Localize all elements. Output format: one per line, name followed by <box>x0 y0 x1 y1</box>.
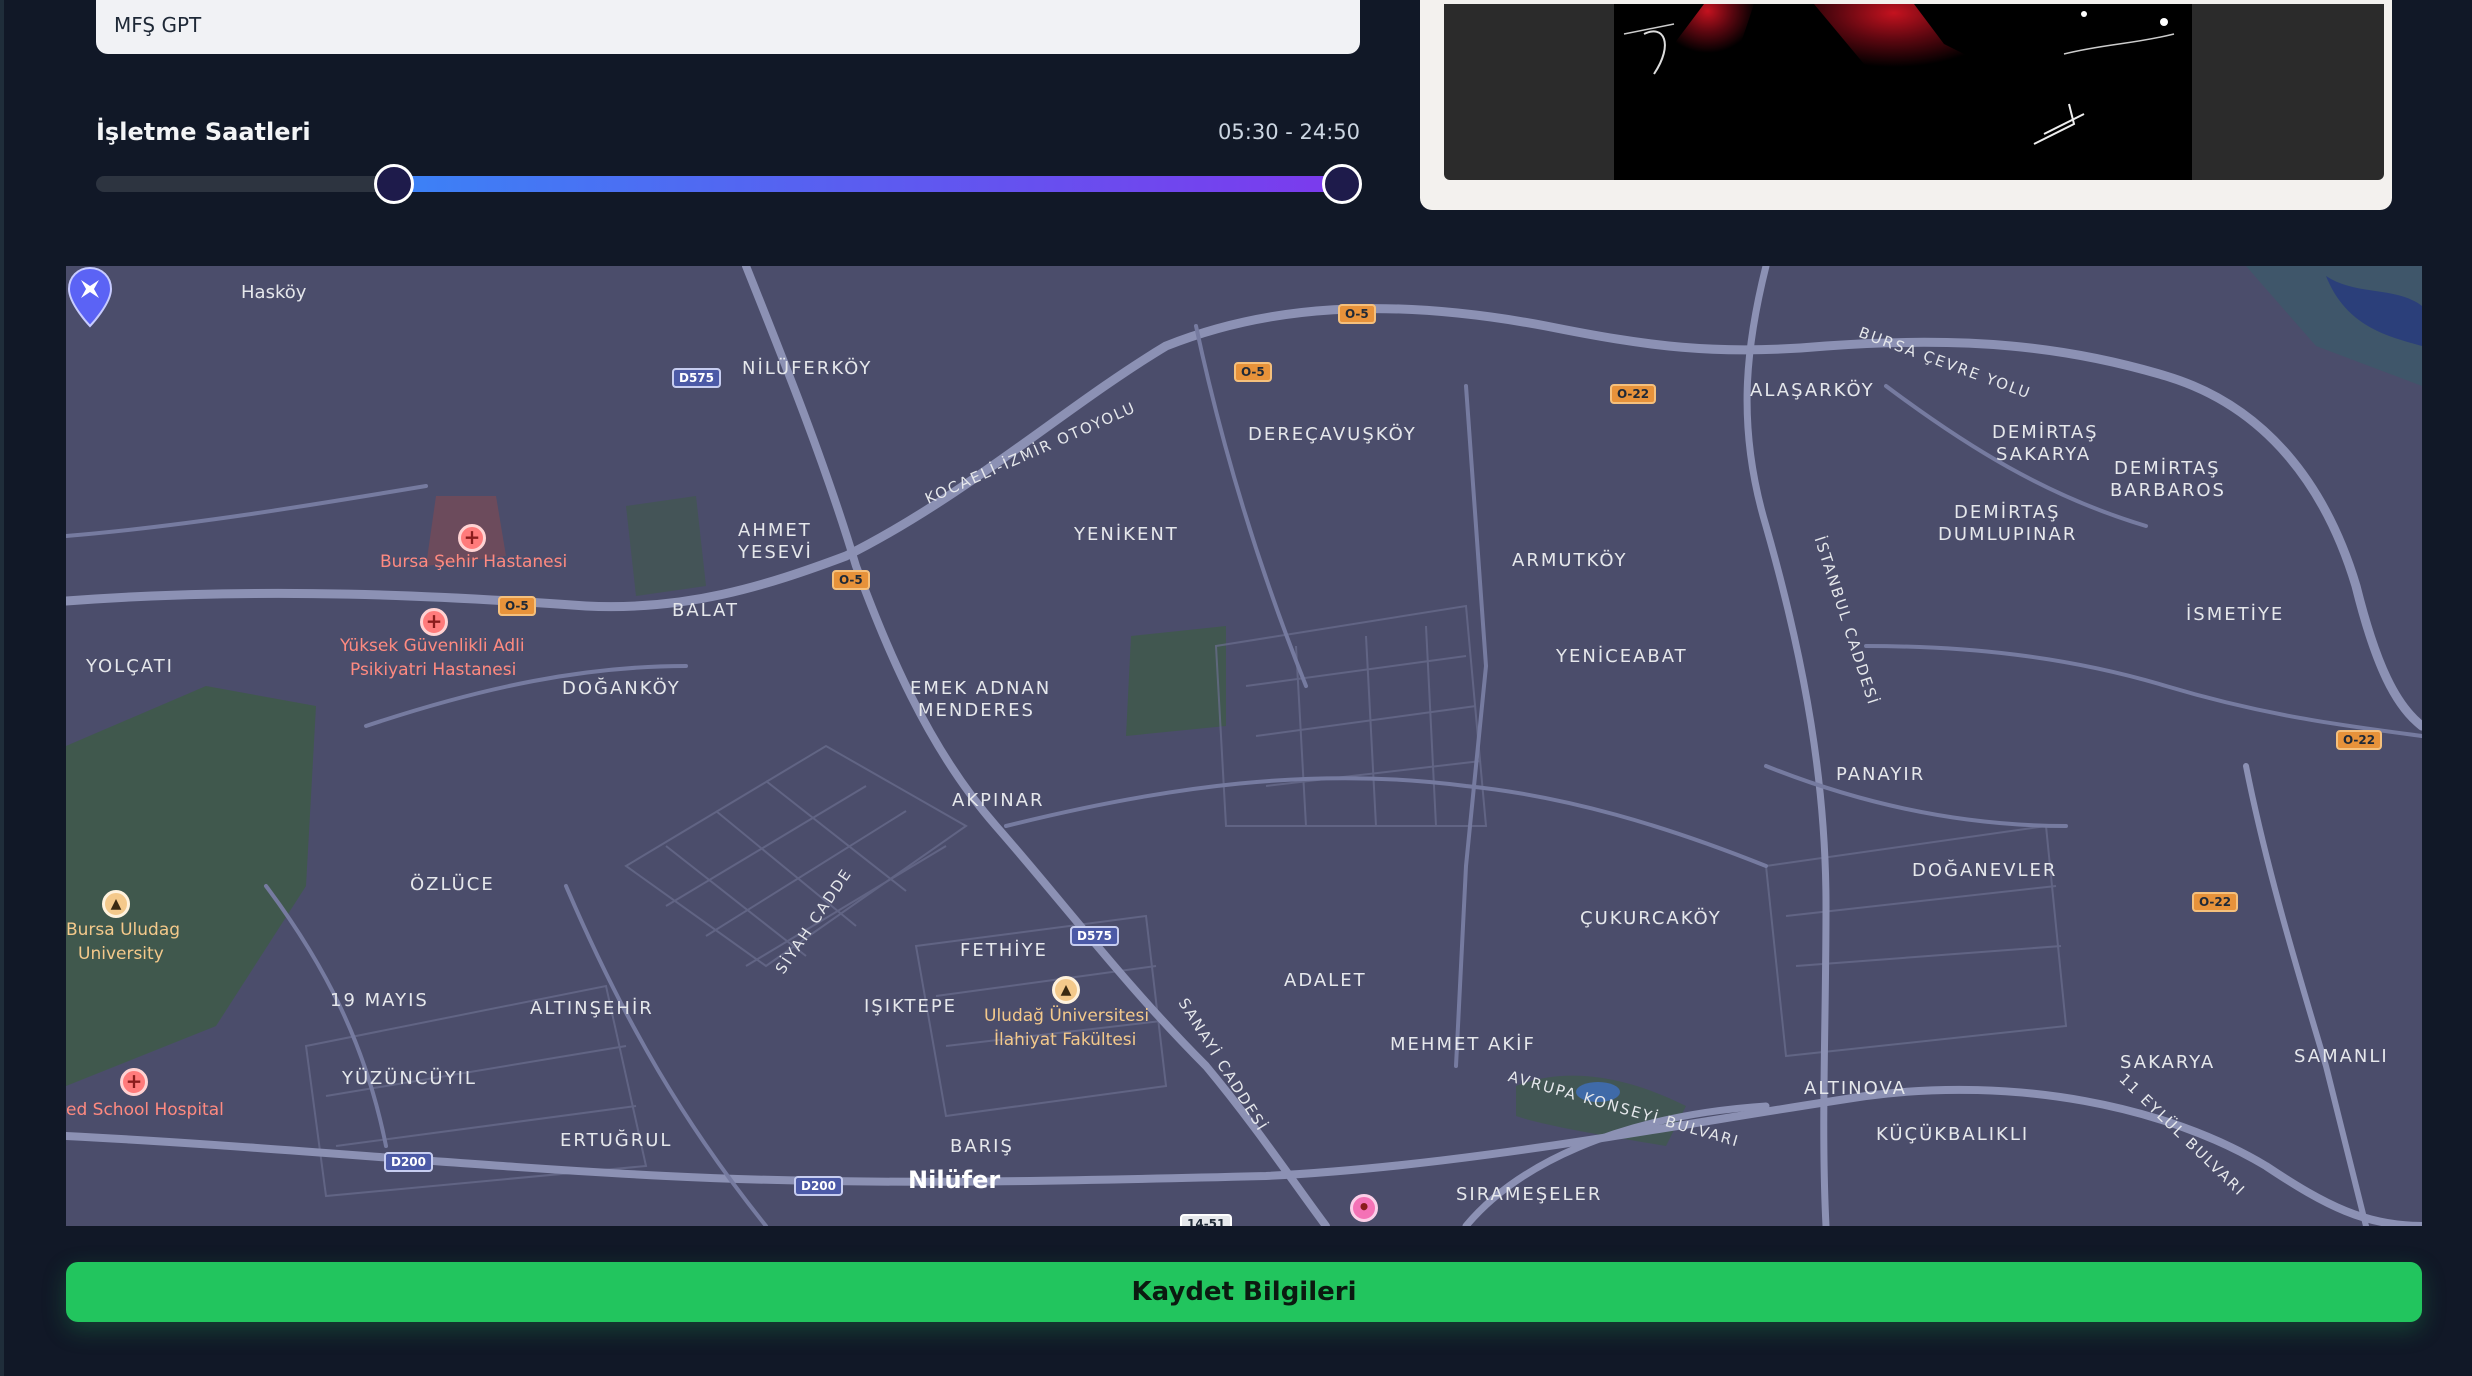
place-label: ALTINŞEHİR <box>530 998 654 1019</box>
place-label: DEREÇAVUŞKÖY <box>1248 424 1417 445</box>
highway-shield: O-22 <box>2336 730 2383 750</box>
highway-shield: O-5 <box>832 570 870 590</box>
poi-label: Bursa Uludag <box>66 920 181 940</box>
image-preview-frame <box>1444 4 2384 180</box>
business-name-field[interactable]: MFŞ GPT <box>96 0 1360 54</box>
place-label: YOLÇATI <box>86 656 174 677</box>
place-label: SIRAMEŞELER <box>1456 1184 1603 1205</box>
place-label: MEHMET AKİF <box>1390 1034 1536 1055</box>
hours-range-slider[interactable] <box>96 164 1363 204</box>
hours-label: İşletme Saatleri <box>96 118 311 146</box>
place-label: ADALET <box>1284 970 1367 991</box>
place-label: KÜÇÜKBALIKLI <box>1876 1124 2030 1145</box>
place-label: AKPINAR <box>952 790 1045 811</box>
hospital-icon[interactable]: + <box>458 524 486 552</box>
highway-shield: O-22 <box>1610 384 1657 404</box>
place-label: DOĞANEVLER <box>1912 860 2058 881</box>
preview-image <box>1614 4 2192 180</box>
highway-shield: O-5 <box>1234 362 1272 382</box>
place-label: AHMET <box>738 520 812 541</box>
place-label: IŞIKTEPE <box>864 996 958 1017</box>
place-label: PANAYIR <box>1836 764 1926 785</box>
place-label: 19 MAYIS <box>330 990 429 1011</box>
left-edge <box>0 0 4 1376</box>
highway-shield: O-5 <box>498 596 536 616</box>
place-label: BARBAROS <box>2110 480 2226 501</box>
highway-shield: D200 <box>384 1152 434 1172</box>
university-icon[interactable]: ▲ <box>102 890 130 918</box>
place-label: DEMİRTAŞ <box>2114 458 2221 479</box>
poi-label: University <box>78 944 164 964</box>
hours-start-thumb[interactable] <box>374 164 415 204</box>
highway-shield: D575 <box>1070 926 1120 946</box>
place-label: YENİKENT <box>1074 524 1179 545</box>
highway-shield: D575 <box>672 368 722 388</box>
place-label: YESEVİ <box>738 542 813 563</box>
poi-label: İlahiyat Fakültesi <box>994 1030 1137 1050</box>
image-preview-card <box>1420 0 2392 210</box>
place-label: BARIŞ <box>950 1136 1014 1157</box>
place-label: ALAŞARKÖY <box>1750 380 1875 401</box>
place-label: DEMİRTAŞ <box>1992 422 2099 443</box>
place-label: ÖZLÜCE <box>410 874 495 895</box>
place-label: SAKARYA <box>1996 444 2092 465</box>
place-label: BALAT <box>672 600 740 621</box>
poi-label: Yüksek Güvenlikli Adli <box>340 636 525 656</box>
poi-label: Bursa Şehir Hastanesi <box>380 552 568 572</box>
place-label: ARMUTKÖY <box>1512 550 1628 571</box>
place-label: NİLÜFERKÖY <box>742 358 873 379</box>
highway-shield: D200 <box>794 1176 844 1196</box>
poi-label: Uludağ Üniversitesi <box>984 1006 1150 1026</box>
poi-label: Psikiyatri Hastanesi <box>350 660 517 680</box>
hours-value: 05:30 - 24:50 <box>1218 120 1360 144</box>
place-label: FETHİYE <box>960 940 1048 961</box>
university-icon[interactable]: ▲ <box>1052 976 1080 1004</box>
city-label: Nilüfer <box>908 1166 1001 1194</box>
place-label: SAKARYA <box>2120 1052 2216 1073</box>
place-label: SAMANLI <box>2294 1046 2389 1067</box>
save-button[interactable]: Kaydet Bilgileri <box>66 1262 2422 1322</box>
hospital-icon[interactable]: + <box>420 608 448 636</box>
hours-range-fill <box>394 176 1343 192</box>
location-map[interactable]: Hasköy NİLÜFERKÖY DEREÇAVUŞKÖY ALAŞARKÖY… <box>66 266 2422 1226</box>
place-label: YÜZÜNCÜYIL <box>342 1068 477 1089</box>
place-label: DUMLUPINAR <box>1938 524 2078 545</box>
business-name-value: MFŞ GPT <box>114 13 202 37</box>
place-label: İSMETİYE <box>2186 604 2285 625</box>
place-label: Hasköy <box>241 282 307 303</box>
place-label: ERTUĞRUL <box>560 1130 673 1151</box>
highway-shield: 14-51 <box>1180 1214 1233 1226</box>
hours-end-thumb[interactable] <box>1322 164 1363 204</box>
place-label: DEMİRTAŞ <box>1954 502 2061 523</box>
place-label: DOĞANKÖY <box>562 678 681 699</box>
place-label: EMEK ADNAN <box>910 678 1052 699</box>
place-icon[interactable]: • <box>1350 1194 1378 1222</box>
hospital-icon[interactable]: + <box>120 1068 148 1096</box>
place-label: ÇUKURCAKÖY <box>1580 908 1722 929</box>
highway-shield: O-5 <box>1338 304 1376 324</box>
place-label: MENDERES <box>918 700 1035 721</box>
place-label: YENİCEABAT <box>1556 646 1688 667</box>
location-pin-icon[interactable] <box>66 266 114 328</box>
poi-label: ed School Hospital <box>66 1100 224 1120</box>
highway-shield: O-22 <box>2192 892 2239 912</box>
place-label: ALTINOVA <box>1804 1078 1907 1099</box>
